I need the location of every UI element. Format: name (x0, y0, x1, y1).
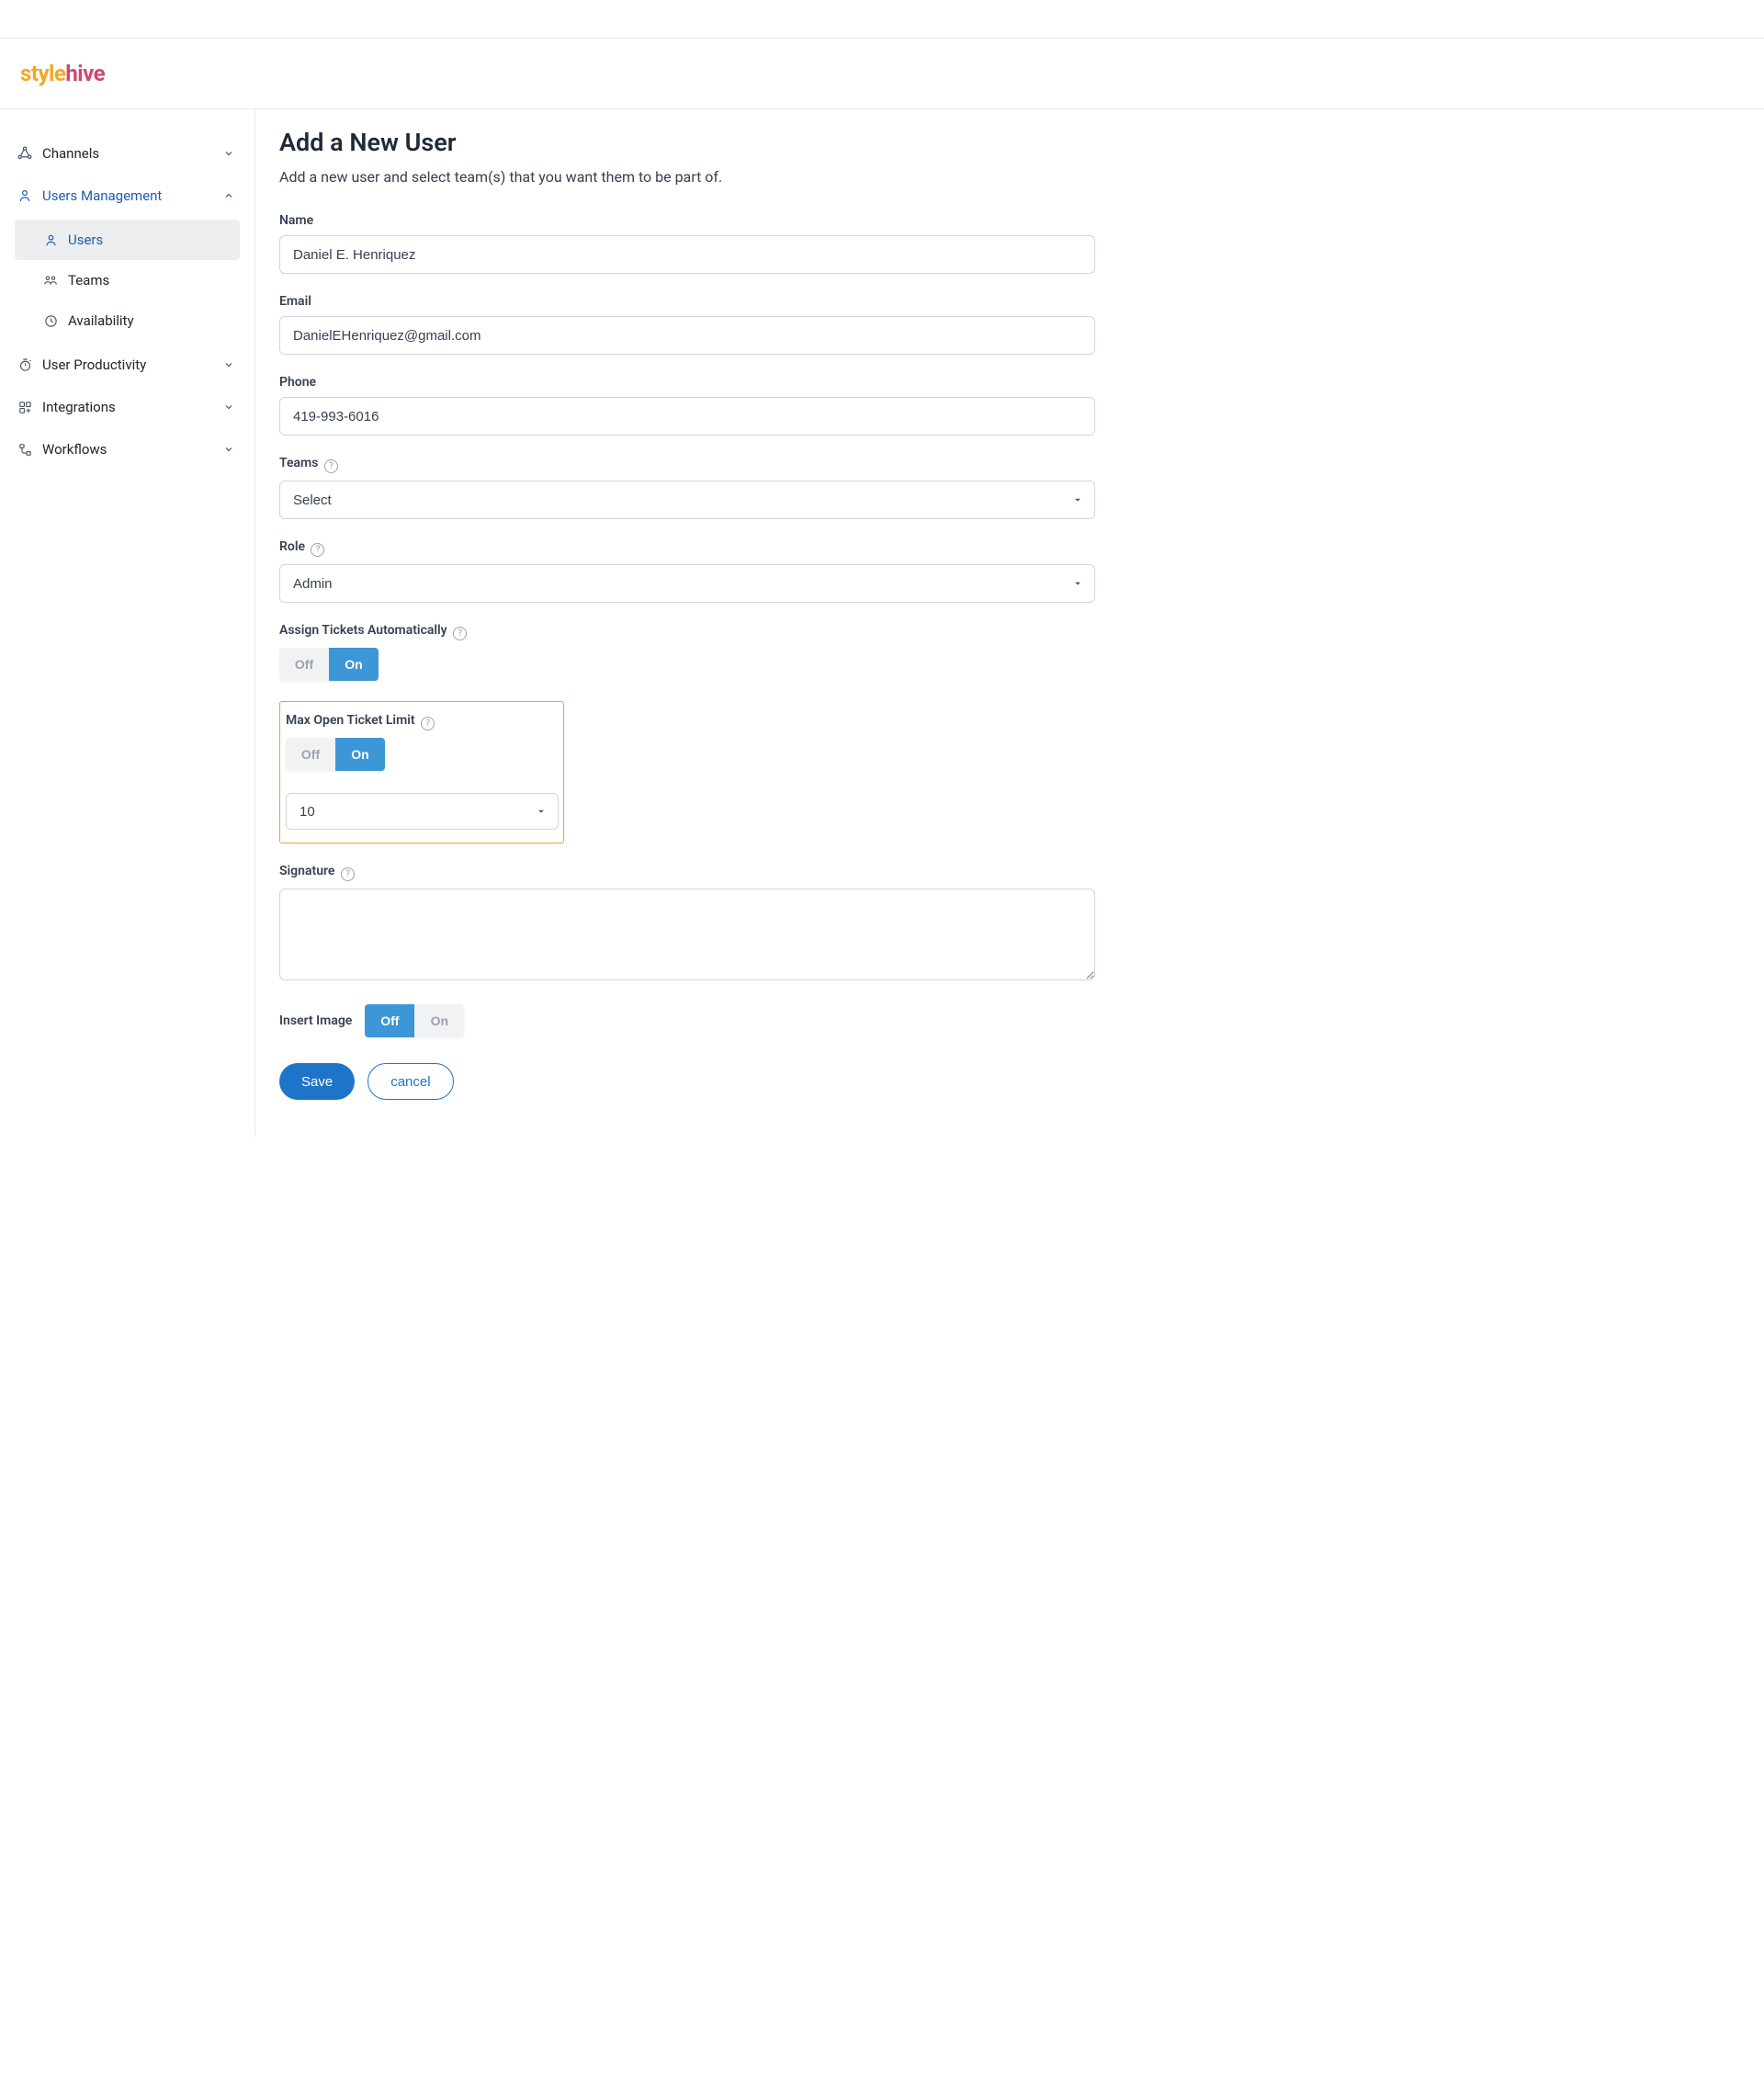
phone-label: Phone (279, 375, 1095, 390)
productivity-icon (17, 357, 33, 373)
insert-image-off[interactable]: Off (365, 1004, 414, 1037)
sidebar-subitem-users[interactable]: Users (15, 220, 240, 260)
assign-auto-on[interactable]: On (329, 648, 379, 681)
role-group: Role ? (279, 539, 1095, 603)
assign-auto-group: Assign Tickets Automatically ? Off On (279, 623, 1095, 681)
chevron-down-icon (221, 357, 236, 372)
name-label: Name (279, 213, 1095, 228)
sidebar-subitem-label: Teams (68, 272, 109, 289)
teams-group: Teams ? (279, 456, 1095, 519)
workflows-icon (17, 441, 33, 458)
teams-select-value[interactable] (279, 481, 1095, 519)
header: stylehive (0, 39, 1764, 109)
phone-input[interactable] (279, 397, 1095, 436)
email-input[interactable] (279, 316, 1095, 355)
sidebar-item-integrations[interactable]: Integrations (15, 389, 240, 425)
insert-image-label: Insert Image (279, 1013, 352, 1028)
sidebar-subitem-availability[interactable]: Availability (15, 300, 240, 341)
insert-image-toggle: Off On (365, 1004, 464, 1037)
max-open-select[interactable] (286, 793, 559, 830)
max-open-value[interactable] (286, 793, 559, 830)
sidebar-item-label: Users Management (42, 187, 221, 204)
signature-label: Signature ? (279, 864, 1095, 881)
help-icon[interactable]: ? (453, 627, 467, 640)
chevron-down-icon (221, 442, 236, 457)
sidebar-item-user-productivity[interactable]: User Productivity (15, 346, 240, 383)
sidebar-item-label: Channels (42, 145, 221, 162)
teams-label: Teams ? (279, 456, 1095, 473)
insert-image-group: Insert Image Off On (279, 1004, 1095, 1037)
role-select-value[interactable] (279, 564, 1095, 603)
save-button[interactable]: Save (279, 1063, 355, 1100)
page-title: Add a New User (279, 128, 1095, 157)
user-icon (42, 232, 59, 248)
assign-auto-toggle: Off On (279, 648, 379, 681)
cancel-button[interactable]: cancel (368, 1063, 453, 1100)
assign-auto-off[interactable]: Off (279, 648, 329, 681)
chevron-down-icon (221, 146, 236, 161)
logo-part2: hive (65, 61, 105, 86)
max-open-on[interactable]: On (335, 738, 385, 771)
insert-image-on[interactable]: On (414, 1004, 464, 1037)
top-spacer (0, 0, 1764, 39)
max-open-label: Max Open Ticket Limit ? (286, 713, 558, 730)
form-buttons: Save cancel (279, 1063, 1095, 1100)
sidebar: Channels Users Management (0, 109, 255, 1137)
role-select[interactable] (279, 564, 1095, 603)
phone-group: Phone (279, 375, 1095, 436)
channels-icon (17, 145, 33, 162)
sidebar-subitem-label: Users (68, 232, 103, 248)
assign-auto-label: Assign Tickets Automatically ? (279, 623, 1095, 640)
role-label-text: Role (279, 539, 305, 554)
help-icon[interactable]: ? (311, 543, 324, 557)
signature-label-text: Signature (279, 864, 334, 878)
role-label: Role ? (279, 539, 1095, 557)
email-group: Email (279, 294, 1095, 355)
sidebar-item-label: Workflows (42, 441, 221, 458)
help-icon[interactable]: ? (341, 867, 355, 881)
chevron-down-icon (221, 400, 236, 414)
max-open-ticket-box: Max Open Ticket Limit ? Off On (279, 701, 564, 843)
max-open-label-text: Max Open Ticket Limit (286, 713, 415, 728)
sidebar-subitem-teams[interactable]: Teams (15, 260, 240, 300)
chevron-up-icon (221, 188, 236, 203)
assign-auto-label-text: Assign Tickets Automatically (279, 623, 447, 638)
teams-icon (42, 272, 59, 289)
email-label: Email (279, 294, 1095, 309)
help-icon[interactable]: ? (324, 459, 338, 473)
signature-group: Signature ? (279, 864, 1095, 984)
max-open-off[interactable]: Off (286, 738, 335, 771)
sidebar-subitem-label: Availability (68, 312, 134, 329)
max-open-toggle: Off On (286, 738, 385, 771)
teams-label-text: Teams (279, 456, 318, 470)
sidebar-item-users-management[interactable]: Users Management (15, 177, 240, 214)
clock-icon (42, 312, 59, 329)
name-input[interactable] (279, 235, 1095, 274)
sidebar-item-workflows[interactable]: Workflows (15, 431, 240, 468)
sidebar-item-channels[interactable]: Channels (15, 135, 240, 172)
help-icon[interactable]: ? (421, 717, 435, 730)
logo-part1: style (20, 61, 65, 86)
teams-select[interactable] (279, 481, 1095, 519)
sidebar-item-label: User Productivity (42, 357, 221, 373)
name-group: Name (279, 213, 1095, 274)
logo: stylehive (20, 61, 105, 86)
page-description: Add a new user and select team(s) that y… (279, 168, 1095, 186)
users-management-icon (17, 187, 33, 204)
integrations-icon (17, 399, 33, 415)
main-content: Add a New User Add a new user and select… (255, 109, 1119, 1137)
sidebar-item-label: Integrations (42, 399, 221, 415)
users-management-subnav: Users Teams Availability (15, 220, 240, 341)
signature-input[interactable] (279, 889, 1095, 980)
